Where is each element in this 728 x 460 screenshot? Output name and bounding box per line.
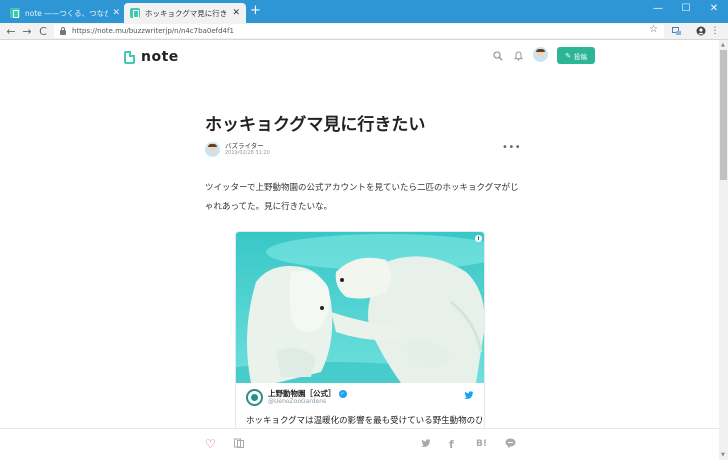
search-icon[interactable] <box>493 51 503 64</box>
embedded-tweet[interactable]: i 上野動物園［公式］ ✓ @UenoZooGardens ホッキョクグマは温暖化… <box>235 231 485 460</box>
publish-date: 2019/02/28 31:20 <box>225 150 270 156</box>
logo-text: note <box>141 49 179 65</box>
tab-title: ホッキョクグマ見に行きたい｜バズライター <box>145 8 228 18</box>
post-button[interactable]: ✎ 投稿 <box>557 47 595 64</box>
browser-window: note ——つくる、つながる、とどける。 ✕ ホッキョクグマ見に行きたい｜バズ… <box>0 0 728 460</box>
account-name[interactable]: 上野動物園［公式］ ✓ <box>268 389 347 398</box>
twitter-share-icon[interactable] <box>421 438 431 451</box>
reload-button[interactable]: C <box>36 24 50 38</box>
browser-toolbar: ← → C https://note.mu/buzzwriterjp/n/n4c… <box>0 23 728 40</box>
polar-bear-photo[interactable]: i <box>236 232 484 383</box>
page-scrollbar[interactable]: ▲ ▼ <box>719 40 728 460</box>
user-avatar[interactable] <box>533 47 548 62</box>
menu-icon[interactable]: ⋮ <box>708 24 722 38</box>
article-title: ホッキョクグマ見に行きたい <box>205 115 426 135</box>
author-block[interactable]: バズライター 2019/02/28 31:20 <box>205 142 270 157</box>
address-bar[interactable]: https://note.mu/buzzwriterjp/n/n4c7ba0ef… <box>54 24 664 38</box>
back-button[interactable]: ← <box>4 24 18 38</box>
pen-icon: ✎ <box>565 51 571 60</box>
tweet-text: ホッキョクグマは温暖化の影響を最も受けている野生動物のひ <box>246 416 482 426</box>
author-name[interactable]: バズライター <box>225 142 270 150</box>
more-options-icon[interactable]: ••• <box>502 142 521 153</box>
add-to-magazine-icon[interactable] <box>234 438 245 451</box>
line-share-icon[interactable] <box>505 438 516 451</box>
twitter-bird-icon[interactable] <box>464 391 474 403</box>
account-name-text: 上野動物園［公式］ <box>268 389 336 398</box>
minimize-button[interactable]: — <box>644 0 672 17</box>
hatena-bookmark-icon[interactable]: B! <box>476 439 487 449</box>
tab-note-home[interactable]: note ——つくる、つながる、とどける。 ✕ <box>4 3 126 23</box>
tab-title: note ——つくる、つながる、とどける。 <box>25 8 109 18</box>
maximize-button[interactable]: ☐ <box>672 0 700 17</box>
new-tab-button[interactable]: + <box>250 4 261 17</box>
bookmark-star-icon[interactable]: ☆ <box>649 24 658 35</box>
lock-icon <box>60 26 66 35</box>
close-window-button[interactable]: ✕ <box>700 0 728 17</box>
share-footer: ♡ f B! <box>0 428 719 460</box>
author-avatar[interactable] <box>205 142 220 157</box>
like-heart-icon[interactable]: ♡ <box>205 437 216 451</box>
post-button-label: 投稿 <box>573 52 587 61</box>
forward-button[interactable]: → <box>20 24 34 38</box>
tab-close-icon[interactable]: ✕ <box>112 8 120 18</box>
note-logo[interactable]: note <box>124 49 179 65</box>
tweet-account[interactable]: 上野動物園［公式］ ✓ @UenoZooGardens <box>246 389 347 406</box>
facebook-share-icon[interactable]: f <box>449 438 454 451</box>
note-logo-icon <box>124 50 135 64</box>
tab-bar: note ——つくる、つながる、とどける。 ✕ ホッキョクグマ見に行きたい｜バズ… <box>0 0 728 23</box>
page-content: note ✎ 投稿 ホッキョクグマ見に行きたい バズライター 2019/02/2… <box>0 40 719 460</box>
scroll-thumb[interactable] <box>720 50 727 180</box>
url-text: https://note.mu/buzzwriterjp/n/n4c7ba0ef… <box>72 27 234 35</box>
tab-close-icon[interactable]: ✕ <box>232 8 240 18</box>
info-icon[interactable]: i <box>475 235 482 242</box>
note-favicon-icon <box>10 8 20 18</box>
zoo-avatar-icon[interactable] <box>246 389 263 406</box>
article-body: ツイッターで上野動物園の公式アカウントを見ていたら二匹のホッキョクグマがじゃれあ… <box>205 183 519 212</box>
profile-icon[interactable] <box>694 24 708 38</box>
scroll-down-arrow-icon[interactable]: ▼ <box>721 452 725 458</box>
site-header: note ✎ 投稿 <box>0 40 719 74</box>
verified-badge-icon: ✓ <box>338 390 347 398</box>
notification-bell-icon[interactable] <box>513 51 524 64</box>
note-favicon-icon <box>130 8 140 18</box>
extension-icon[interactable] <box>670 24 684 38</box>
scroll-up-arrow-icon[interactable]: ▲ <box>721 42 725 48</box>
tab-article[interactable]: ホッキョクグマ見に行きたい｜バズライター ✕ <box>124 3 246 23</box>
account-handle[interactable]: @UenoZooGardens <box>268 398 347 406</box>
